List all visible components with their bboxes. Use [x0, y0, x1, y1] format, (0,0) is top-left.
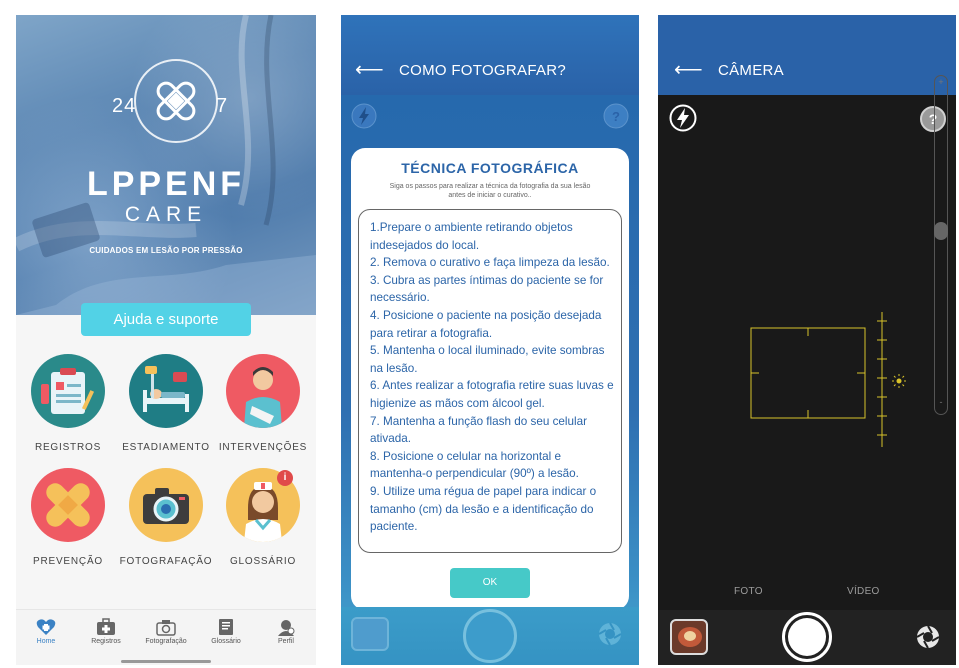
- app-name: LPPENF: [86, 165, 246, 203]
- tab-label-home: Home: [36, 638, 56, 645]
- zoom-minus-label: -: [939, 397, 943, 407]
- camera-icon: [129, 468, 203, 542]
- tab-fotografacao[interactable]: Fotografação: [136, 618, 196, 645]
- menu-item-registros[interactable]: REGISTROS: [18, 354, 118, 453]
- help-icon[interactable]: ?: [603, 103, 629, 129]
- hero-banner: 24 7 LPPENF CARE CUIDADOS EM LESÃO POR P…: [16, 15, 316, 315]
- technique-modal: TÉCNICA FOTOGRÁFICA Siga os passos para …: [351, 148, 629, 610]
- shutter-button[interactable]: [782, 612, 832, 662]
- menu-item-prevencao[interactable]: PREVENÇÃO: [18, 468, 118, 567]
- gallery-thumbnail[interactable]: [670, 619, 708, 655]
- camera-icon: [156, 620, 176, 636]
- medical-case-icon: [97, 618, 115, 635]
- shutter-button[interactable]: [463, 609, 517, 663]
- step-item: 7. Mantenha a função flash do seu celula…: [370, 414, 588, 446]
- tab-label-glossario: Glossário: [211, 638, 241, 645]
- svg-text:?: ?: [612, 109, 620, 124]
- step-item: 5. Mantenha o local iluminado, evite som…: [370, 344, 605, 375]
- tab-registros[interactable]: Registros: [76, 618, 136, 645]
- heart-home-icon: [36, 619, 56, 635]
- camera-screen: ⟵ CÂMERA ? + - FOTO VÍDEO: [658, 15, 956, 665]
- logo-left-number: 24: [112, 95, 137, 117]
- mode-photo[interactable]: FOTO: [734, 586, 763, 597]
- photo-guide-screen: ⟵ COMO FOTOGRAFAR? ? TÉCNICA FOTOGRÁFICA…: [341, 15, 639, 665]
- flash-icon[interactable]: [669, 104, 697, 132]
- camera-controls-bar: [658, 610, 956, 665]
- step-item: 6. Antes realizar a fotografia retire su…: [370, 379, 614, 410]
- mode-video[interactable]: VÍDEO: [847, 586, 880, 597]
- step-item: 2. Remova o curativo e faça limpeza da l…: [370, 256, 610, 270]
- home-screen: 24 7 LPPENF CARE CUIDADOS EM LESÃO POR P…: [16, 15, 316, 665]
- bandage-logo-icon: [156, 81, 196, 121]
- header-bar: ⟵ CÂMERA: [658, 15, 956, 95]
- zoom-plus-label: +: [938, 77, 944, 87]
- zoom-slider-thumb[interactable]: [934, 222, 948, 240]
- bottom-tab-bar: Home Registros Fotografação Glossário Pe…: [16, 609, 316, 665]
- zoom-slider[interactable]: [934, 75, 948, 415]
- step-item: 4. Posicione o paciente na posição desej…: [370, 308, 602, 340]
- menu-label-fotografacao: FOTOGRAFAÇÃO: [119, 556, 213, 567]
- modal-title: TÉCNICA FOTOGRÁFICA: [401, 160, 579, 176]
- modal-subtitle: Siga os passos para realizar a técnica d…: [389, 183, 591, 199]
- logo-right-number: 7: [216, 95, 229, 117]
- menu-label-registros: REGISTROS: [34, 442, 102, 453]
- step-item: 9. Utilize uma régua de papel para indic…: [370, 484, 597, 534]
- app-tagline: CUIDADOS EM LESÃO POR PRESSÃO: [89, 246, 243, 255]
- page-title: COMO FOTOGRAFAR?: [399, 62, 567, 79]
- tab-glossario[interactable]: Glossário: [196, 618, 256, 645]
- steps-list: 1.Prepare o ambiente retirando objetos i…: [370, 219, 618, 536]
- back-arrow-icon[interactable]: ⟵: [355, 57, 384, 82]
- menu-label-glossario: GLOSSÁRIO: [229, 556, 297, 567]
- ok-button[interactable]: OK: [450, 568, 530, 598]
- tab-home[interactable]: Home: [16, 618, 76, 645]
- header-bar: ⟵ COMO FOTOGRAFAR?: [341, 15, 639, 95]
- help-support-button[interactable]: Ajuda e suporte: [81, 303, 251, 336]
- hospital-bed-icon: [129, 354, 203, 428]
- app-subname: CARE: [124, 203, 208, 226]
- clipboard-icon: [31, 354, 105, 428]
- camera-controls-bar: [341, 607, 639, 665]
- menu-item-glossario[interactable]: i GLOSSÁRIO: [213, 468, 313, 567]
- focus-frame: [750, 312, 906, 447]
- menu-label-prevencao: PREVENÇÃO: [33, 556, 103, 567]
- bandage-icon: [31, 468, 105, 542]
- tab-label-registros: Registros: [91, 638, 121, 645]
- tab-perfil[interactable]: Perfil: [256, 618, 316, 645]
- menu-item-intervencoes[interactable]: INTERVENÇÕES: [213, 354, 313, 453]
- home-indicator: [121, 660, 211, 663]
- notification-badge: i: [277, 470, 293, 486]
- menu-item-fotografacao[interactable]: FOTOGRAFAÇÃO: [116, 468, 216, 567]
- menu-item-estadiamento[interactable]: ESTADIAMENTO: [116, 354, 216, 453]
- tab-label-fotografacao: Fotografação: [145, 638, 187, 645]
- profile-icon: [278, 620, 295, 636]
- menu-label-estadiamento: ESTADIAMENTO: [122, 442, 210, 453]
- flash-icon[interactable]: [351, 103, 377, 129]
- steps-box: 1.Prepare o ambiente retirando objetos i…: [358, 209, 622, 553]
- page-title: CÂMERA: [718, 62, 784, 79]
- nurse-patient-icon: [226, 354, 300, 428]
- step-item: 8. Posicione o celular na horizontal e m…: [370, 449, 579, 481]
- switch-camera-icon[interactable]: [597, 621, 623, 647]
- tab-label-perfil: Perfil: [278, 638, 294, 645]
- back-arrow-icon[interactable]: ⟵: [674, 57, 703, 82]
- book-icon: [219, 619, 233, 635]
- menu-label-intervencoes: INTERVENÇÕES: [218, 442, 308, 453]
- switch-camera-icon[interactable]: [915, 624, 941, 650]
- gallery-thumbnail[interactable]: [351, 617, 389, 651]
- step-item: 3. Cubra as partes íntimas do paciente s…: [370, 273, 604, 305]
- step-item: 1.Prepare o ambiente retirando objetos i…: [370, 221, 573, 252]
